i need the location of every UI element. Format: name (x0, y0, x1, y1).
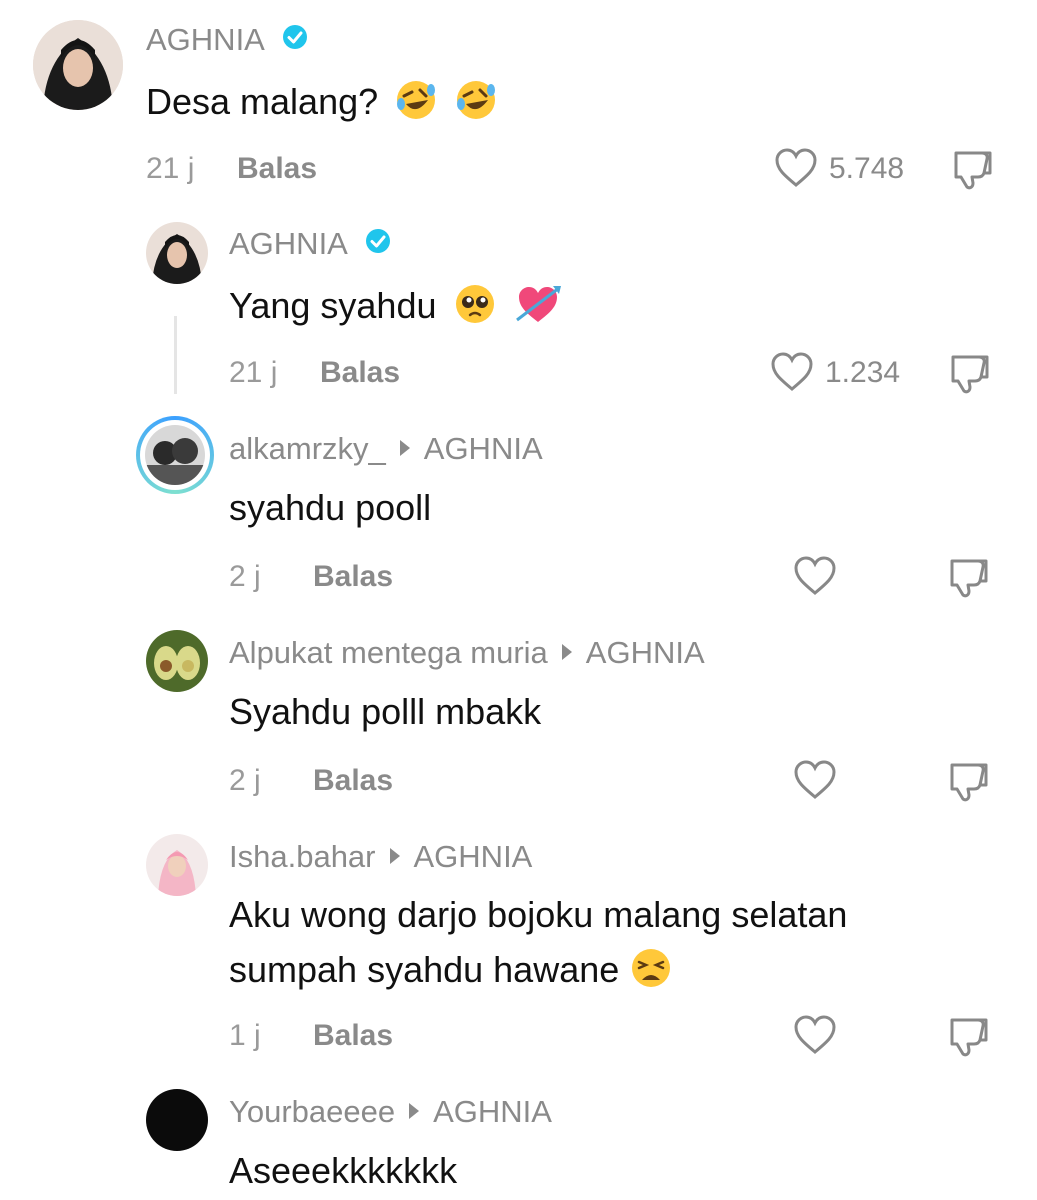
weary-face-emoji (629, 946, 673, 999)
reply-arrow-icon (561, 643, 572, 660)
like-count: 5.748 (829, 152, 905, 185)
comment-text-line1: Aku wong darjo bojoku malang selatan (229, 894, 848, 935)
comment-username[interactable]: AGHNIA (146, 22, 308, 60)
thumbs-down-icon[interactable] (947, 351, 993, 395)
comment-time: 2 j (229, 764, 261, 797)
comment-username[interactable]: AGHNIA (229, 226, 391, 264)
comment-text: Yang syahdu (229, 282, 563, 335)
avatar-alpukat[interactable] (146, 630, 208, 692)
reply-button[interactable]: Balas (313, 1019, 393, 1053)
avatar-aghnia-reply[interactable] (146, 222, 208, 284)
like-count: 1.234 (825, 356, 901, 389)
heart-outline-icon[interactable] (774, 147, 818, 189)
comment-time: 21 j (229, 356, 278, 389)
reply-button[interactable]: Balas (313, 764, 393, 798)
heart-outline-icon[interactable] (793, 1014, 837, 1056)
reply-arrow-icon (399, 439, 410, 456)
comment-time: 2 j (229, 560, 261, 593)
comment-username[interactable]: Alpukat mentega muria AGHNIA (229, 635, 705, 671)
heart-with-arrow-emoji (513, 282, 563, 335)
heart-outline-icon[interactable] (793, 555, 837, 597)
thumbs-down-icon[interactable] (946, 1014, 992, 1058)
avatar-alkamrzky[interactable] (136, 416, 214, 494)
comment-username[interactable]: alkamrzky_ AGHNIA (229, 431, 543, 467)
comment-text-line2: sumpah syahdu hawane (229, 946, 673, 999)
thumbs-down-icon[interactable] (950, 147, 996, 191)
reply-arrow-icon (409, 1102, 420, 1119)
comment-time: 1 j (229, 1019, 261, 1052)
comment-text: Aseeekkkkkkk (229, 1150, 458, 1191)
reply-button[interactable]: Balas (313, 560, 393, 594)
rolling-on-floor-laughing-emoji (454, 78, 498, 131)
verified-badge-icon (365, 226, 391, 262)
verified-badge-icon (282, 22, 308, 58)
thread-line (174, 316, 177, 394)
reply-button[interactable]: Balas (237, 152, 317, 186)
thumbs-down-icon[interactable] (946, 555, 992, 599)
avatar-yourbaeeee[interactable] (146, 1089, 208, 1151)
avatar-isha-bahar[interactable] (146, 834, 208, 896)
comment-text: Desa malang? (146, 78, 498, 131)
comment-username[interactable]: Yourbaeeee AGHNIA (229, 1094, 552, 1130)
pleading-face-emoji (453, 282, 497, 335)
comment-username[interactable]: Isha.bahar AGHNIA (229, 839, 532, 875)
rolling-on-floor-laughing-emoji (394, 78, 438, 131)
heart-outline-icon[interactable] (770, 351, 814, 393)
reply-arrow-icon (389, 847, 400, 864)
comment-text: Syahdu polll mbakk (229, 691, 542, 732)
heart-outline-icon[interactable] (793, 759, 837, 801)
thumbs-down-icon[interactable] (946, 759, 992, 803)
avatar-aghnia[interactable] (33, 20, 123, 110)
comment-time: 21 j (146, 152, 195, 185)
reply-button[interactable]: Balas (320, 356, 400, 390)
comment-text: syahdu pooll (229, 487, 432, 528)
